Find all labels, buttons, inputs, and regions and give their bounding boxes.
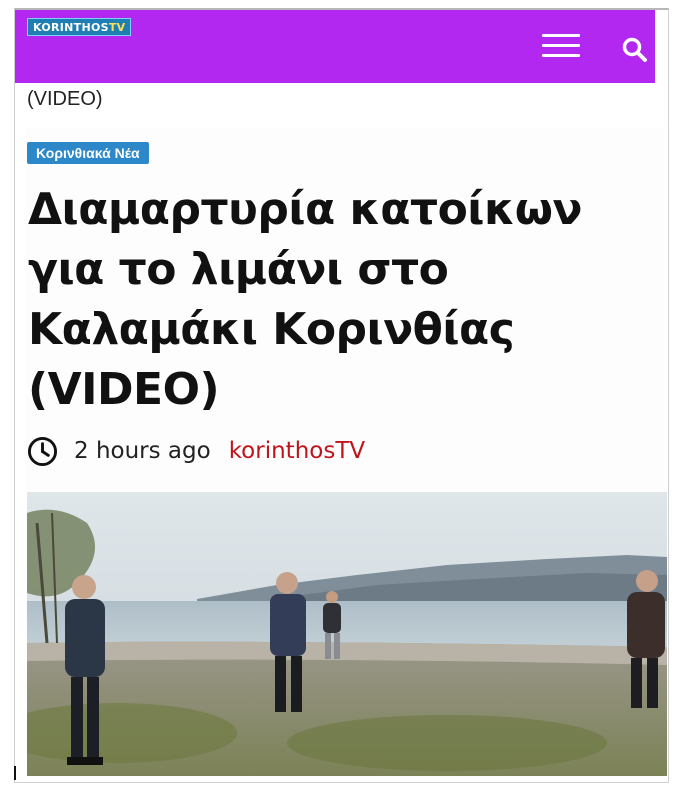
category-badge[interactable]: Κορινθιακά Νέα (27, 142, 149, 164)
logo-text: KORINTHOS (33, 20, 109, 34)
article-title: Διαμαρτυρία κατοίκων για το λιμάνι στο Κ… (28, 184, 582, 415)
search-icon[interactable] (621, 37, 649, 63)
scrollbar-marker (14, 766, 16, 780)
article-image[interactable] (27, 492, 667, 776)
post-time: 2 hours ago (74, 438, 211, 464)
article-meta: 2 hours ago korinthosTV (27, 436, 365, 466)
site-header: KORINTHOS TV (15, 10, 655, 83)
hamburger-menu-icon[interactable] (542, 32, 580, 60)
breadcrumb: (VIDEO) (27, 88, 103, 110)
author-link[interactable]: korinthosTV (229, 438, 365, 464)
logo-accent-text: TV (108, 20, 126, 34)
clock-icon (27, 436, 58, 466)
site-logo[interactable]: KORINTHOS TV (27, 18, 132, 36)
